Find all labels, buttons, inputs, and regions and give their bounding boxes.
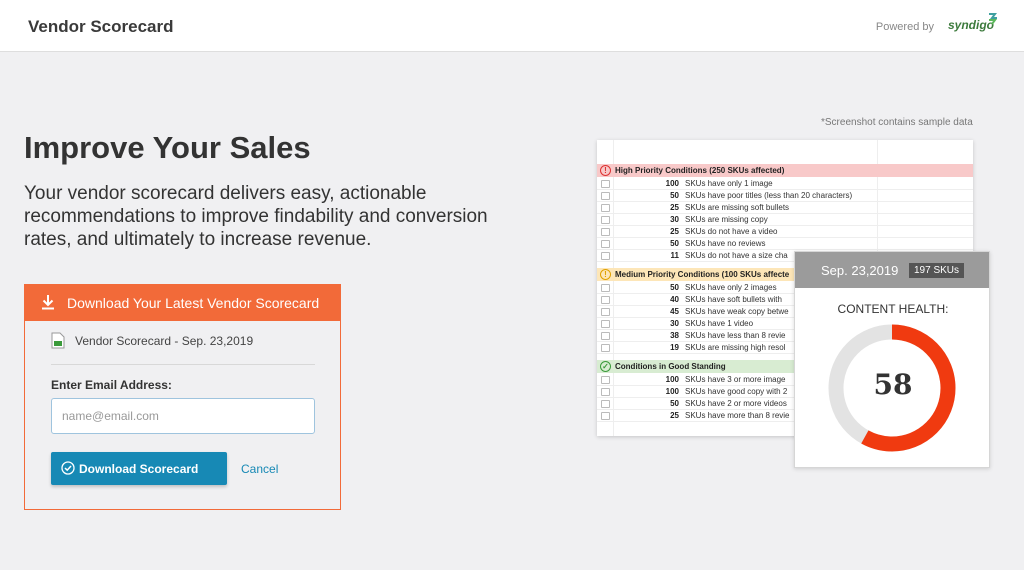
condition-icon <box>601 240 610 248</box>
preview-row: 25 SKUs do not have a video <box>597 226 973 238</box>
condition-text: SKUs have poor titles (less than 20 char… <box>685 191 853 200</box>
condition-text: SKUs have more than 8 revie <box>685 411 790 420</box>
preview-section-title: High Priority Conditions (250 SKUs affec… <box>615 166 785 175</box>
condition-text: SKUs have only 1 image <box>685 179 773 188</box>
preview-row: 30 SKUs are missing copy <box>597 214 973 226</box>
powered-by-label: Powered by <box>875 21 934 33</box>
download-card: Download Your Latest Vendor Scorecard Ve… <box>24 284 341 510</box>
content-health-title: CONTENT HEALTH: <box>837 302 949 316</box>
condition-icon <box>601 252 610 260</box>
sku-count: 50 <box>670 191 679 200</box>
spreadsheet-file-icon <box>51 332 65 349</box>
sku-count: 25 <box>670 203 679 212</box>
condition-icon <box>601 412 610 420</box>
email-label: Enter Email Address: <box>51 378 172 392</box>
page-heading: Improve Your Sales <box>24 130 311 165</box>
alert-icon: ! <box>600 165 611 176</box>
page-description: Your vendor scorecard delivers easy, act… <box>24 183 488 250</box>
condition-text: SKUs have 1 video <box>685 319 754 328</box>
alert-icon: ! <box>600 269 611 280</box>
sku-count: 25 <box>670 411 679 420</box>
check-icon: ✓ <box>600 361 611 372</box>
sku-count-badge: 197 SKUs <box>909 263 965 278</box>
health-header: Sep. 23,2019 197 SKUs <box>795 252 989 288</box>
condition-text: SKUs do not have a size cha <box>685 251 788 260</box>
preview-row: 25 SKUs are missing soft bullets <box>597 202 973 214</box>
condition-text: SKUs have 2 or more videos <box>685 399 787 408</box>
content-health-card: Sep. 23,2019 197 SKUs CONTENT HEALTH: 58 <box>794 251 990 468</box>
condition-icon <box>601 308 610 316</box>
sku-count: 45 <box>670 307 679 316</box>
condition-text: SKUs have less than 8 revie <box>685 331 786 340</box>
condition-icon <box>601 216 610 224</box>
sku-count: 40 <box>670 295 679 304</box>
sample-data-note: *Screenshot contains sample data <box>821 117 973 128</box>
sku-count: 38 <box>670 331 679 340</box>
check-circle-icon <box>61 461 75 475</box>
condition-text: SKUs have weak copy betwe <box>685 307 789 316</box>
condition-icon <box>601 332 610 340</box>
download-header-label: Download Your Latest Vendor Scorecard <box>67 295 320 311</box>
app-title: Vendor Scorecard <box>28 17 174 36</box>
sku-count: 25 <box>670 227 679 236</box>
sku-count: 50 <box>670 283 679 292</box>
download-icon <box>42 295 54 310</box>
condition-text: SKUs have only 2 images <box>685 283 777 292</box>
sku-count: 19 <box>670 343 679 352</box>
sku-count: 50 <box>670 399 679 408</box>
condition-icon <box>601 192 610 200</box>
condition-text: SKUs have 3 or more image <box>685 375 786 384</box>
condition-text: SKUs are missing soft bullets <box>685 203 790 212</box>
condition-icon <box>601 344 610 352</box>
preview-row: 50 SKUs have no reviews <box>597 238 973 250</box>
sku-count: 100 <box>665 375 679 384</box>
health-score: 58 <box>873 368 913 401</box>
condition-icon <box>601 228 610 236</box>
health-date: Sep. 23,2019 <box>821 263 899 278</box>
sku-count: 50 <box>670 239 679 248</box>
condition-icon <box>601 388 610 396</box>
download-latest-scorecard-button[interactable]: Download Your Latest Vendor Scorecard <box>25 285 340 321</box>
brand-mark-icon <box>989 13 997 25</box>
preview-row: 100 SKUs have only 1 image <box>597 178 973 190</box>
condition-text: SKUs have no reviews <box>685 239 766 248</box>
sku-count: 11 <box>670 251 679 260</box>
condition-icon <box>601 400 610 408</box>
condition-text: SKUs do not have a video <box>685 227 778 236</box>
file-name: Vendor Scorecard - Sep. 23,2019 <box>75 334 254 348</box>
email-input[interactable] <box>51 398 315 434</box>
divider <box>51 364 315 365</box>
condition-text: SKUs are missing high resol <box>685 343 786 352</box>
condition-icon <box>601 180 610 188</box>
condition-text: SKUs are missing copy <box>685 215 768 224</box>
sku-count: 100 <box>665 387 679 396</box>
download-scorecard-label: Download Scorecard <box>79 462 199 476</box>
sku-count: 100 <box>665 179 679 188</box>
cancel-link[interactable]: Cancel <box>241 462 278 476</box>
condition-text: SKUs have soft bullets with <box>685 295 782 304</box>
condition-icon <box>601 204 610 212</box>
condition-text: SKUs have good copy with 2 <box>685 387 788 396</box>
condition-icon <box>601 296 610 304</box>
preview-section-title: Medium Priority Conditions (100 SKUs aff… <box>615 270 790 279</box>
condition-icon <box>601 284 610 292</box>
preview-section-title: Conditions in Good Standing <box>615 362 726 371</box>
preview-row: 50 SKUs have poor titles (less than 20 ch… <box>597 190 973 202</box>
preview-section-header: ! High Priority Conditions (250 SKUs affe… <box>597 164 973 177</box>
download-scorecard-button[interactable]: Download Scorecard <box>51 452 227 485</box>
condition-icon <box>601 320 610 328</box>
sku-count: 30 <box>670 319 679 328</box>
brand-logo: syndigo <box>948 13 997 32</box>
top-bar: Vendor Scorecard Powered by syndigo <box>0 0 1024 52</box>
sku-count: 30 <box>670 215 679 224</box>
condition-icon <box>601 376 610 384</box>
